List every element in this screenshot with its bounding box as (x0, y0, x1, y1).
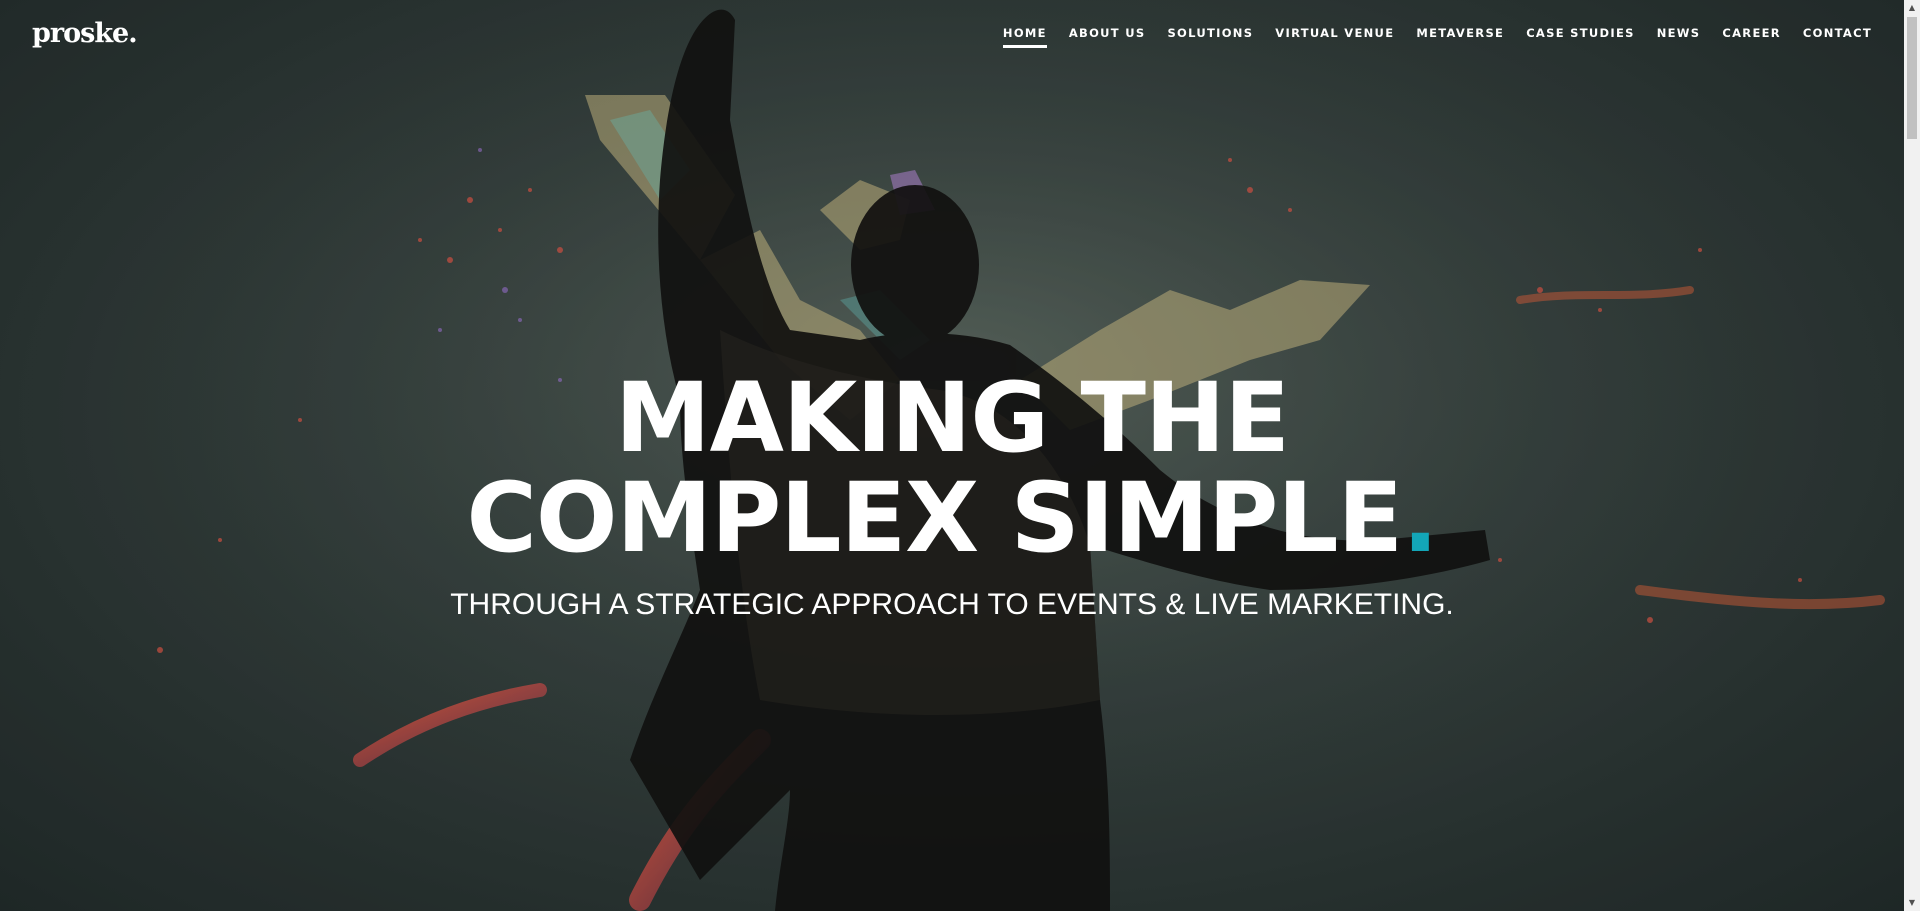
headline-line-1: MAKING THE (615, 362, 1290, 474)
hero-section: proske. HOME ABOUT US SOLUTIONS VIRTUAL … (0, 0, 1904, 911)
headline-accent-dot: . (1402, 462, 1438, 574)
headline-line-2: COMPLEX SIMPLE (466, 462, 1403, 574)
nav-item-about-us[interactable]: ABOUT US (1069, 26, 1146, 48)
nav-item-virtual-venue[interactable]: VIRTUAL VENUE (1275, 26, 1394, 48)
nav-item-news[interactable]: NEWS (1657, 26, 1701, 48)
nav-item-case-studies[interactable]: CASE STUDIES (1526, 26, 1635, 48)
hero-headline: MAKING THE COMPLEX SIMPLE. (0, 368, 1904, 568)
headline-line-2-wrap: COMPLEX SIMPLE. (0, 468, 1904, 568)
proske-logo[interactable]: proske. (32, 18, 138, 49)
triangle-up-icon[interactable]: ▲ (1904, 0, 1920, 16)
scrollbar-thumb[interactable] (1907, 17, 1917, 139)
nav-item-metaverse[interactable]: METAVERSE (1416, 26, 1504, 48)
nav-item-career[interactable]: CAREER (1722, 26, 1781, 48)
top-navigation: proske. HOME ABOUT US SOLUTIONS VIRTUAL … (0, 0, 1904, 80)
nav-item-home[interactable]: HOME (1002, 26, 1047, 48)
hero-subline: THROUGH A STRATEGIC APPROACH TO EVENTS &… (450, 588, 1454, 621)
main-menu: HOME ABOUT US SOLUTIONS VIRTUAL VENUE ME… (981, 26, 1872, 48)
nav-item-contact[interactable]: CONTACT (1803, 26, 1872, 48)
page-scrollbar[interactable]: ▲ ▼ (1904, 0, 1920, 911)
page: proske. HOME ABOUT US SOLUTIONS VIRTUAL … (0, 0, 1920, 911)
nav-item-solutions[interactable]: SOLUTIONS (1167, 26, 1253, 48)
triangle-down-icon[interactable]: ▼ (1904, 895, 1920, 911)
